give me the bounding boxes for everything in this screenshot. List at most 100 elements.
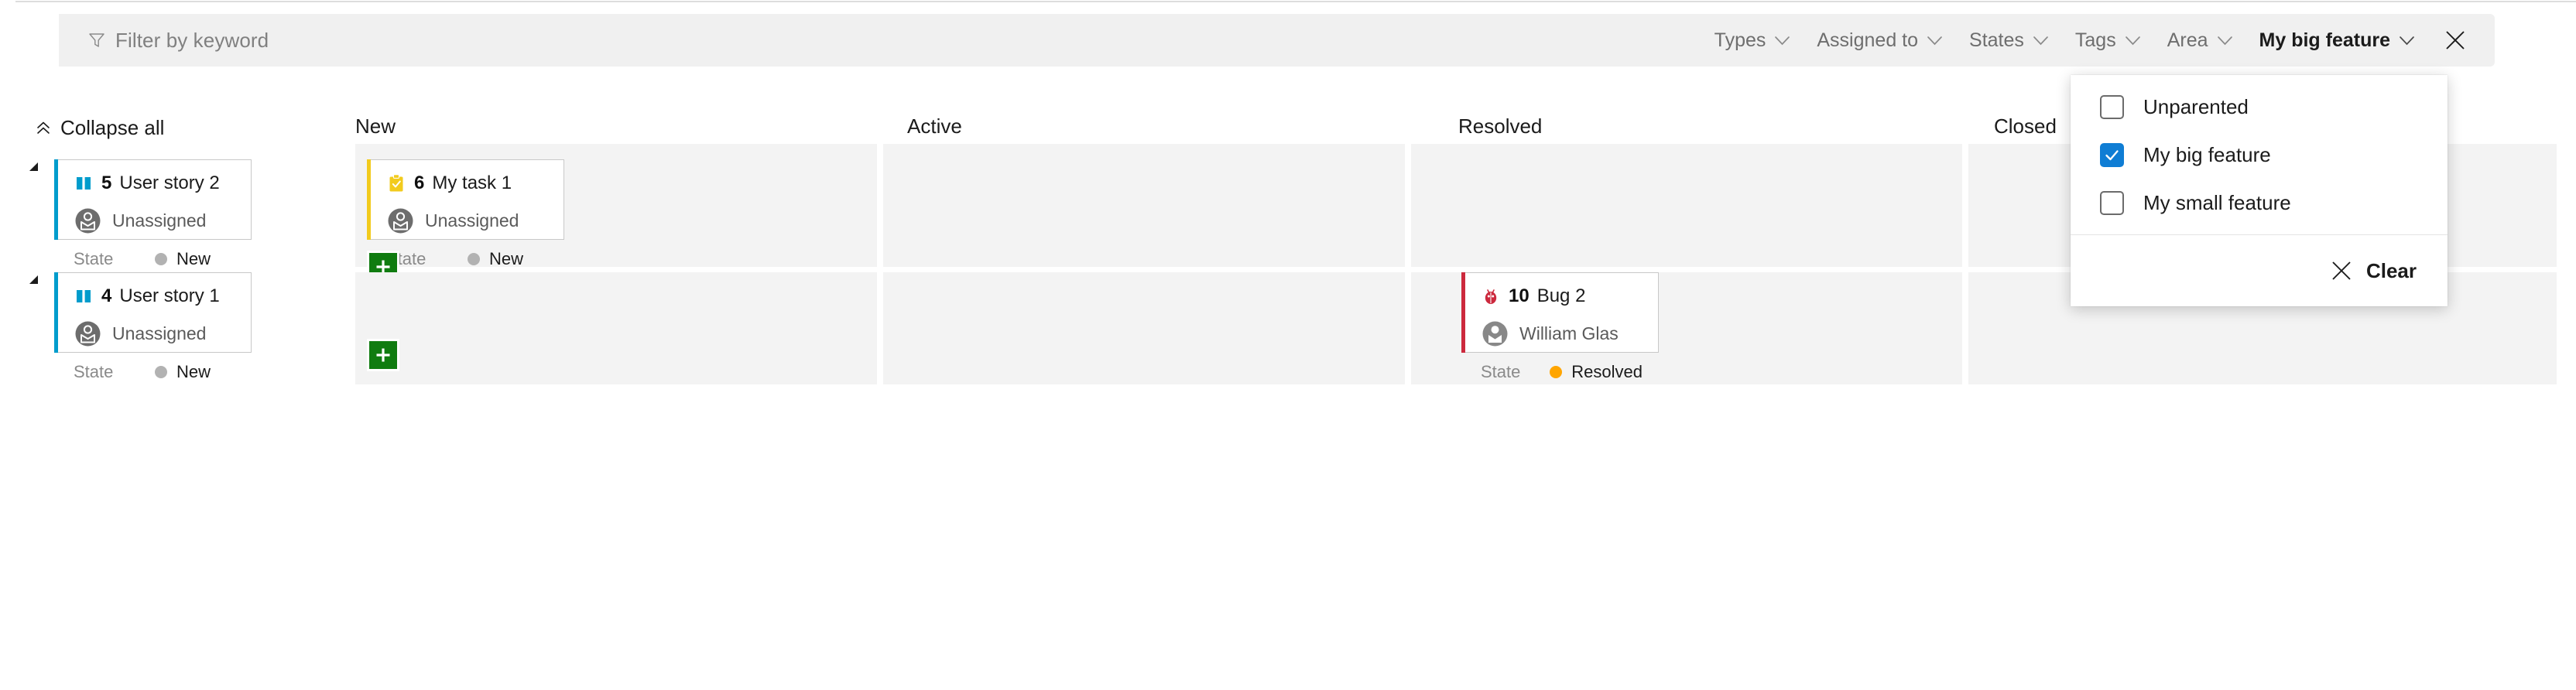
- column-header-closed: Closed: [1994, 114, 2057, 138]
- plus-icon: [376, 348, 390, 362]
- user-story-icon: [77, 290, 91, 302]
- card-id: 5: [101, 172, 112, 193]
- column-header-active: Active: [907, 114, 962, 138]
- dropdown-option-label: My small feature: [2143, 190, 2291, 214]
- state-label: State: [74, 362, 114, 381]
- dropdown-option-my-small-feature[interactable]: My small feature: [2071, 179, 2448, 227]
- card-id: 4: [101, 285, 112, 306]
- card-title: User story 2: [119, 172, 220, 193]
- card-state-row: State New: [74, 362, 235, 382]
- checkbox-my-small-feature[interactable]: [2100, 190, 2124, 215]
- search-placeholder: Filter by keyword: [115, 28, 269, 52]
- checkbox-my-big-feature[interactable]: [2100, 142, 2124, 167]
- swimlane-collapse-caret[interactable]: [29, 275, 38, 284]
- state-value: New: [176, 362, 211, 381]
- dropdown-option-label: My big feature: [2143, 142, 2271, 166]
- collapse-all-button[interactable]: Collapse all: [36, 116, 164, 140]
- card-id: 6: [414, 172, 425, 193]
- card-type-stripe: [1461, 272, 1465, 353]
- work-item-card-user-story-1[interactable]: 4 User story 1 Unassigned State New: [54, 272, 252, 381]
- clear-filter-button[interactable]: Clear: [2071, 235, 2448, 306]
- card-state-row: State Resolved: [1481, 362, 1643, 382]
- work-item-card-my-task-1[interactable]: 6 My task 1 Unassigned State New: [367, 159, 564, 268]
- filter-pill-area[interactable]: Area: [2154, 22, 2246, 60]
- chevron-down-icon: [2125, 36, 2140, 45]
- close-icon: [2446, 31, 2465, 50]
- top-divider: [15, 1, 2576, 2]
- double-chevron-up-icon: [37, 121, 50, 134]
- close-icon: [2332, 261, 2351, 280]
- filter-pill-assigned-to[interactable]: Assigned to: [1804, 22, 1956, 60]
- chevron-down-icon: [1775, 36, 1790, 45]
- card-assignee: Unassigned: [74, 319, 235, 348]
- task-icon: [389, 174, 403, 192]
- filter-pill-label: Assigned to: [1817, 29, 1919, 51]
- card-type-stripe: [54, 159, 58, 240]
- filter-pill-label: Tags: [2074, 29, 2116, 51]
- filter-pill-label: Types: [1714, 29, 1766, 51]
- card-title-row: 6 My task 1: [386, 172, 548, 194]
- column-header-resolved: Resolved: [1458, 114, 1543, 138]
- avatar: [75, 208, 101, 234]
- card-title: My task 1: [432, 172, 512, 193]
- work-item-card-user-story-2[interactable]: 5 User story 2 Unassigned State New: [54, 159, 252, 268]
- dropdown-option-label: Unparented: [2143, 94, 2249, 118]
- card-assignee: William Glas: [1481, 319, 1643, 348]
- state-dot-icon: [155, 366, 167, 378]
- assignee-name: William Glas: [1519, 323, 1619, 343]
- filter-bar: Filter by keyword Types Assigned to Stat…: [59, 14, 2495, 67]
- close-filter-bar-button[interactable]: [2433, 18, 2478, 63]
- state-value: New: [489, 249, 524, 268]
- card-id: 10: [1509, 285, 1530, 306]
- card-title-row: 5 User story 2: [74, 172, 235, 194]
- state-dot-icon: [468, 253, 480, 265]
- card-assignee: Unassigned: [386, 207, 548, 235]
- filter-pill-group: Types Assigned to States Tags Area My bi…: [1701, 18, 2495, 63]
- add-card-button-lane2-new[interactable]: [367, 339, 399, 371]
- chevron-down-icon: [2033, 36, 2048, 45]
- card-title-row: 4 User story 1: [74, 285, 235, 307]
- card-title-row: 10 Bug 2: [1481, 285, 1643, 307]
- bug-icon: [1485, 289, 1497, 304]
- board-cell-lane1-resolved[interactable]: [1411, 144, 1962, 267]
- work-item-card-bug-2[interactable]: 10 Bug 2 William Glas State Resolved: [1461, 272, 1659, 381]
- filter-pill-types[interactable]: Types: [1701, 22, 1804, 60]
- swimlane-collapse-caret[interactable]: [29, 162, 38, 171]
- checkbox-unparented[interactable]: [2100, 94, 2124, 119]
- dropdown-option-my-big-feature[interactable]: My big feature: [2071, 131, 2448, 179]
- board-cell-lane1-active[interactable]: [883, 144, 1405, 267]
- state-value: New: [176, 249, 211, 268]
- card-assignee: Unassigned: [74, 207, 235, 235]
- area-filter-dropdown: Unparented My big feature My small featu…: [2071, 75, 2448, 306]
- avatar: [75, 321, 101, 347]
- assignee-name: Unassigned: [112, 323, 207, 343]
- filter-pill-label: Area: [2167, 29, 2208, 51]
- card-title: Bug 2: [1536, 285, 1586, 306]
- state-dot-icon: [1550, 366, 1563, 378]
- chevron-down-icon: [1927, 36, 1942, 45]
- state-label: State: [74, 249, 114, 268]
- clear-filter-label: Clear: [2365, 258, 2417, 282]
- search-input[interactable]: Filter by keyword: [88, 29, 269, 53]
- state-dot-icon: [155, 253, 167, 265]
- chevron-down-icon: [2217, 36, 2232, 45]
- avatar: [388, 208, 413, 234]
- card-type-stripe: [54, 272, 58, 353]
- funnel-icon: [89, 33, 104, 47]
- board-cell-lane2-active[interactable]: [883, 272, 1405, 384]
- filter-pill-label: States: [1969, 29, 2024, 51]
- filter-pill-my-big-feature[interactable]: My big feature: [2246, 22, 2428, 60]
- card-state-row: State New: [74, 249, 235, 269]
- assignee-name: Unassigned: [425, 210, 519, 231]
- user-story-icon: [77, 177, 91, 190]
- board-cell-lane2-new[interactable]: [355, 272, 877, 384]
- dropdown-option-unparented[interactable]: Unparented: [2071, 83, 2448, 131]
- avatar: [1482, 321, 1508, 347]
- filter-pill-states[interactable]: States: [1956, 22, 2062, 60]
- check-icon: [2105, 149, 2119, 160]
- assignee-name: Unassigned: [112, 210, 207, 231]
- state-value: Resolved: [1571, 362, 1643, 381]
- state-label: State: [1481, 362, 1521, 381]
- filter-pill-tags[interactable]: Tags: [2062, 22, 2154, 60]
- card-type-stripe: [367, 159, 371, 240]
